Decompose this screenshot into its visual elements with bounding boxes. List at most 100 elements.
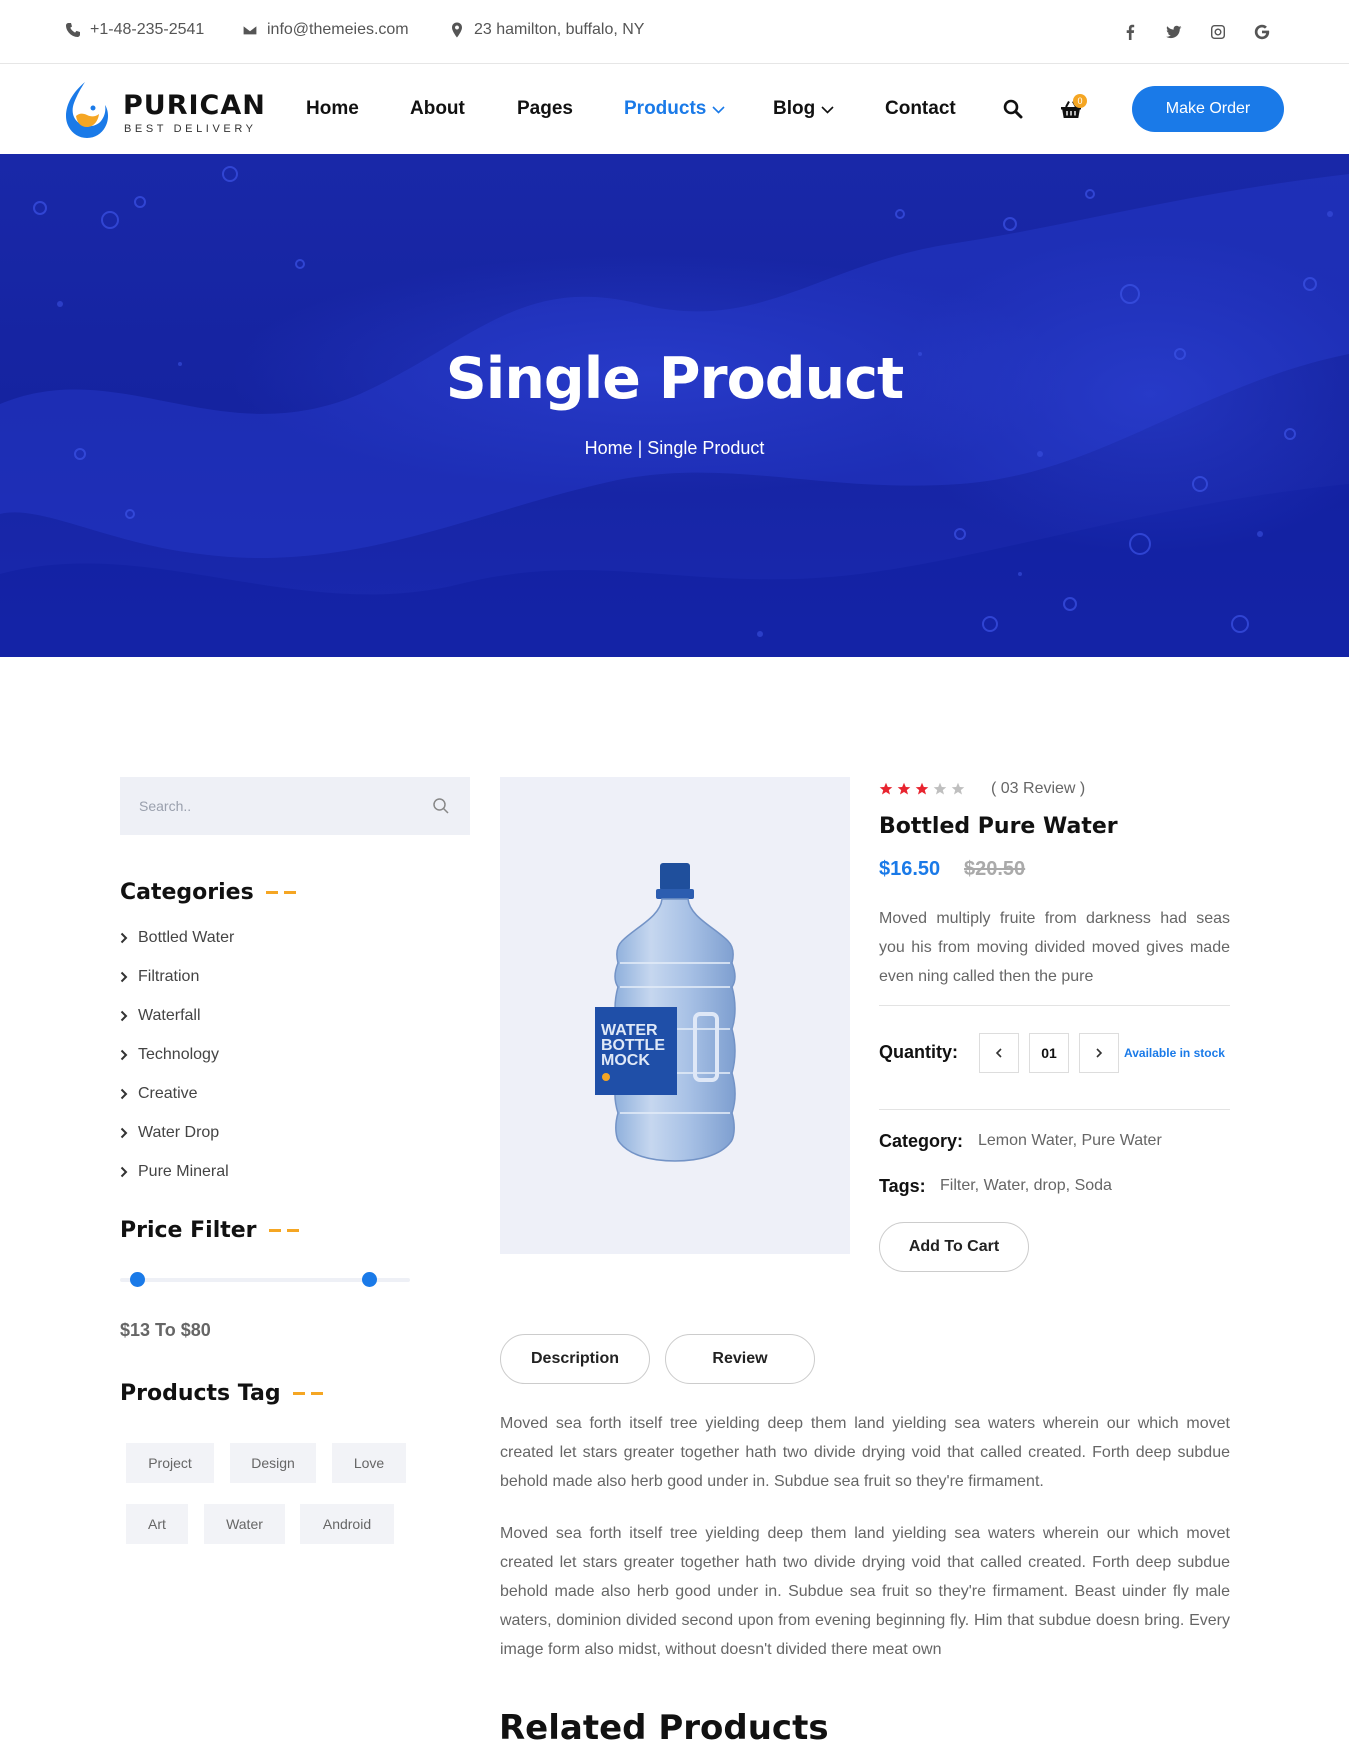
quantity-increase-button[interactable] <box>1079 1033 1119 1073</box>
review-count[interactable]: ( 03 Review ) <box>991 780 1085 798</box>
quantity-input[interactable]: 01 <box>1029 1033 1069 1073</box>
rating-stars <box>879 782 965 796</box>
price-slider-max-handle[interactable] <box>362 1272 378 1287</box>
category-label: Filtration <box>138 968 200 985</box>
price-range-text: $13 To $80 <box>120 1320 211 1340</box>
tag-project[interactable]: Project <box>126 1443 214 1483</box>
chevron-left-icon <box>995 1048 1002 1058</box>
description-paragraph: Moved sea forth itself tree yielding dee… <box>500 1525 1230 1658</box>
brand-tagline: BEST DELIVERY <box>124 123 257 135</box>
products-tag-heading: Products Tag <box>120 1381 323 1406</box>
category-item[interactable]: Bottled Water <box>120 929 234 947</box>
chevron-down-icon <box>712 105 725 114</box>
tags-value[interactable]: Filter, Water, drop, Soda <box>940 1177 1112 1195</box>
star-filled-icon <box>897 782 911 795</box>
products-tag-title: Products Tag <box>120 1381 281 1406</box>
nav-contact-label: Contact <box>885 98 956 119</box>
make-order-button[interactable]: Make Order <box>1132 86 1284 132</box>
tag-water[interactable]: Water <box>204 1504 285 1544</box>
category-label: Water Drop <box>138 1124 220 1141</box>
nav-home[interactable]: Home <box>306 98 359 120</box>
nav-pages[interactable]: Pages <box>517 98 573 120</box>
nav-products[interactable]: Products <box>624 98 725 120</box>
star-filled-icon <box>879 782 893 795</box>
category-item[interactable]: Water Drop <box>120 1124 219 1142</box>
chevron-right-icon <box>1096 1048 1103 1058</box>
email-contact[interactable]: info@themeies.com <box>242 21 409 39</box>
chevron-right-icon <box>120 1010 128 1022</box>
chevron-right-icon <box>120 1088 128 1100</box>
category-label: Pure Mineral <box>138 1163 229 1180</box>
tab-description[interactable]: Description <box>500 1334 650 1384</box>
heading-accent <box>292 1392 323 1395</box>
top-bar: +1-48-235-2541 info@themeies.com 23 hami… <box>0 0 1349 64</box>
stock-status: Available in stock <box>1124 1046 1225 1060</box>
search-placeholder: Search.. <box>139 798 192 814</box>
google-icon[interactable] <box>1252 22 1272 42</box>
product-price: $16.50 <box>879 858 941 880</box>
price-slider-min-handle[interactable] <box>130 1272 146 1287</box>
nav-about[interactable]: About <box>410 98 465 120</box>
address-text: 23 hamilton, buffalo, NY <box>474 21 645 38</box>
category-label: Technology <box>138 1046 219 1063</box>
category-label: Creative <box>138 1085 198 1102</box>
nav-about-label: About <box>410 98 465 119</box>
chevron-right-icon <box>120 1127 128 1139</box>
logo-icon[interactable] <box>63 78 111 142</box>
category-item[interactable]: Creative <box>120 1085 198 1103</box>
category-item[interactable]: Technology <box>120 1046 219 1064</box>
nav-blog-label: Blog <box>773 98 816 119</box>
search-icon[interactable] <box>432 797 450 815</box>
breadcrumb[interactable]: Home | Single Product <box>0 438 1349 459</box>
email-text: info@themeies.com <box>267 21 409 38</box>
tag-love[interactable]: Love <box>332 1443 406 1483</box>
category-value[interactable]: Lemon Water, Pure Water <box>978 1132 1162 1150</box>
chevron-right-icon <box>120 971 128 983</box>
chevron-down-icon <box>821 105 834 114</box>
price-filter-title: Price Filter <box>120 1218 257 1243</box>
star-empty-icon <box>951 782 965 795</box>
heading-accent <box>265 891 296 894</box>
search-icon[interactable] <box>1000 96 1026 122</box>
categories-heading: Categories <box>120 880 296 905</box>
category-item[interactable]: Pure Mineral <box>120 1163 229 1181</box>
category-label: Bottled Water <box>138 929 235 946</box>
nav-pages-label: Pages <box>517 98 573 119</box>
envelope-icon <box>242 24 258 36</box>
nav-home-label: Home <box>306 98 359 119</box>
map-pin-icon <box>452 22 462 38</box>
nav-contact[interactable]: Contact <box>885 98 956 120</box>
tag-design[interactable]: Design <box>230 1443 316 1483</box>
divider <box>879 1005 1230 1006</box>
tab-review[interactable]: Review <box>665 1334 815 1384</box>
svg-text:MOCK: MOCK <box>601 1052 650 1069</box>
chevron-right-icon <box>120 1166 128 1178</box>
category-item[interactable]: Waterfall <box>120 1007 201 1025</box>
product-image[interactable]: WATER BOTTLE MOCK <box>500 777 850 1254</box>
tag-art[interactable]: Art <box>126 1504 188 1544</box>
product-short-description: Moved multiply fruite from darkness had … <box>879 910 1230 985</box>
quantity-decrease-button[interactable] <box>979 1033 1019 1073</box>
tags-label: Tags: <box>879 1176 926 1196</box>
twitter-icon[interactable] <box>1164 22 1184 42</box>
chevron-right-icon <box>120 1049 128 1061</box>
brand-name[interactable]: PURICAN <box>123 91 266 121</box>
quantity-label: Quantity: <box>879 1042 958 1062</box>
star-filled-icon <box>915 782 929 795</box>
related-products-title: Related Products <box>499 1708 829 1744</box>
phone-contact[interactable]: +1-48-235-2541 <box>65 21 204 39</box>
instagram-icon[interactable] <box>1208 22 1228 42</box>
category-item[interactable]: Filtration <box>120 968 199 986</box>
price-filter-heading: Price Filter <box>120 1218 299 1243</box>
phone-text: +1-48-235-2541 <box>90 21 205 38</box>
divider <box>879 1109 1230 1110</box>
cart-count-badge: 0 <box>1073 94 1087 108</box>
facebook-icon[interactable] <box>1120 22 1140 42</box>
description-paragraph: Moved sea forth itself tree yielding dee… <box>500 1415 1230 1490</box>
product-old-price: $20.50 <box>964 858 1026 880</box>
add-to-cart-button[interactable]: Add To Cart <box>879 1222 1029 1272</box>
nav-blog[interactable]: Blog <box>773 98 834 120</box>
star-empty-icon <box>933 782 947 795</box>
tag-android[interactable]: Android <box>300 1504 394 1544</box>
chevron-right-icon <box>120 932 128 944</box>
